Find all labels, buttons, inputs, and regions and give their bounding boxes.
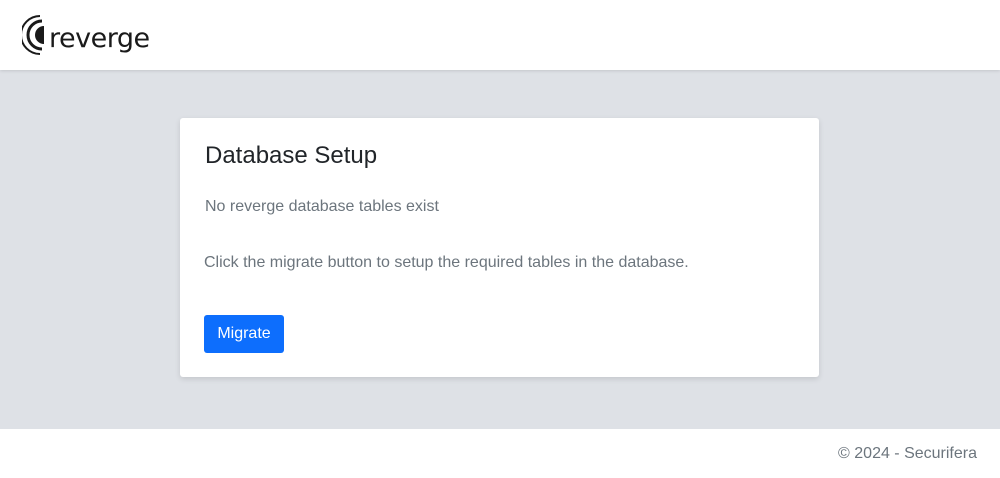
database-setup-card: Database Setup No reverge database table… <box>180 118 819 377</box>
migrate-button[interactable]: Migrate <box>204 315 284 353</box>
status-message: No reverge database tables exist <box>205 198 439 215</box>
footer: © 2024 - Securifera <box>0 429 1000 478</box>
logo-text: reverge <box>49 22 150 54</box>
copyright-text: © 2024 - Securifera <box>838 445 977 462</box>
reverge-logo[interactable]: reverge <box>22 14 150 56</box>
top-header: reverge <box>0 0 1000 70</box>
main-content: Database Setup No reverge database table… <box>0 70 1000 429</box>
page-title: Database Setup <box>205 142 378 169</box>
instructions-text: Click the migrate button to setup the re… <box>204 254 689 271</box>
reverge-logo-icon <box>22 15 44 55</box>
